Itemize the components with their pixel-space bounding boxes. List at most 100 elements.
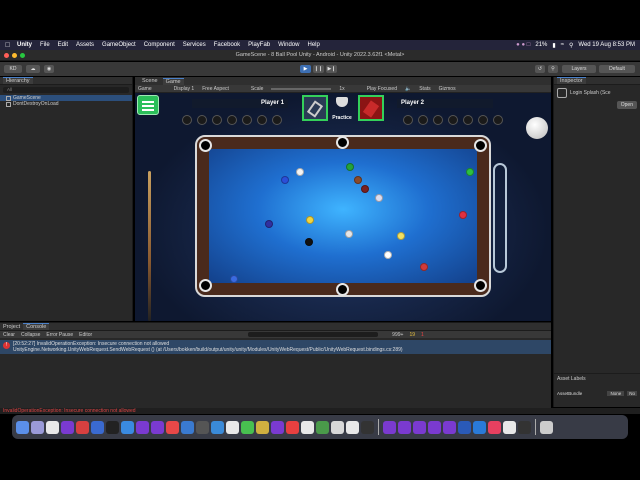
vs-icon[interactable]: [61, 420, 74, 434]
battery-icon[interactable]: ▮: [552, 42, 555, 49]
app-icon[interactable]: [286, 420, 299, 434]
error-count[interactable]: 1: [421, 332, 424, 338]
hamburger-menu-icon[interactable]: [137, 95, 159, 115]
cue-ball-spin-control[interactable]: [526, 117, 548, 139]
app-icon[interactable]: [91, 420, 104, 434]
vs-icon[interactable]: [151, 420, 164, 434]
stats-button[interactable]: Stats: [419, 86, 430, 92]
play-focused-dropdown[interactable]: Play Focused: [367, 86, 397, 92]
app-icon[interactable]: [503, 420, 516, 434]
layers-dropdown[interactable]: Layers: [562, 65, 596, 73]
collapse-button[interactable]: Collapse: [21, 332, 40, 338]
tab-game[interactable]: Game: [162, 77, 184, 85]
menu-playfab[interactable]: PlayFab: [244, 42, 274, 48]
app-icon[interactable]: [473, 420, 486, 434]
game-viewport[interactable]: Player 1 Player 2 Practice: [135, 93, 551, 321]
clock[interactable]: Wed 19 Aug 8:53 PM: [578, 42, 635, 48]
menu-edit[interactable]: Edit: [54, 42, 72, 48]
cue-ball[interactable]: [384, 251, 392, 259]
trash-icon[interactable]: [540, 420, 553, 434]
app-icon[interactable]: [346, 420, 359, 434]
app-icon[interactable]: [196, 420, 209, 434]
vs-icon[interactable]: [398, 420, 411, 434]
app-icon[interactable]: [241, 420, 254, 434]
asset-variant-dropdown[interactable]: No: [627, 391, 637, 396]
unity-icon[interactable]: [518, 420, 531, 434]
menu-window[interactable]: Window: [274, 42, 303, 48]
player1-avatar[interactable]: [302, 95, 328, 121]
hierarchy-item-dontdestroyonload[interactable]: DontDestroyOnLoad: [0, 101, 132, 107]
vs-icon[interactable]: [383, 420, 396, 434]
app-icon[interactable]: [226, 420, 239, 434]
app-icon[interactable]: [331, 420, 344, 434]
status-icons[interactable]: ● ● □: [516, 42, 530, 48]
tab-hierarchy[interactable]: Hierarchy: [3, 77, 33, 84]
search-icon[interactable]: ⚲: [569, 42, 573, 49]
mute-icon[interactable]: 🔈: [405, 86, 411, 92]
open-button[interactable]: Open: [616, 101, 637, 109]
menu-services[interactable]: Services: [179, 42, 210, 48]
layout-dropdown[interactable]: Default: [599, 65, 635, 73]
menu-help[interactable]: Help: [303, 42, 323, 48]
asset-bundle-dropdown[interactable]: None: [607, 391, 625, 396]
vs-icon[interactable]: [413, 420, 426, 434]
editor-dropdown[interactable]: Editor: [79, 332, 92, 338]
search-toolbar-icon[interactable]: ⚲: [548, 65, 558, 73]
menu-file[interactable]: File: [36, 42, 54, 48]
tab-inspector[interactable]: Inspector: [557, 77, 586, 84]
word-icon[interactable]: [458, 420, 471, 434]
cloud-icon[interactable]: ☁: [26, 65, 40, 73]
app-icon[interactable]: [181, 420, 194, 434]
tab-project[interactable]: Project: [3, 324, 20, 330]
app-icon[interactable]: [166, 420, 179, 434]
vs-icon[interactable]: [271, 420, 284, 434]
app-icon[interactable]: [121, 420, 134, 434]
status-bar[interactable]: InvalidOperationException: Insecure conn…: [0, 408, 640, 414]
game-mode-dropdown[interactable]: Game: [138, 86, 152, 92]
app-icon[interactable]: [256, 420, 269, 434]
wifi-icon[interactable]: ≈: [561, 42, 564, 48]
account-button[interactable]: KD: [4, 65, 22, 73]
chrome-icon[interactable]: [46, 420, 59, 434]
app-icon[interactable]: [211, 420, 224, 434]
tab-console[interactable]: Console: [23, 323, 50, 330]
step-button[interactable]: ▶❙: [326, 65, 337, 73]
gizmos-dropdown[interactable]: Gizmos: [439, 86, 456, 92]
unity-hub-icon[interactable]: [106, 420, 119, 434]
battery-percent[interactable]: 21%: [535, 42, 547, 48]
scale-slider[interactable]: [271, 87, 332, 90]
app-icon[interactable]: [76, 420, 89, 434]
history-icon[interactable]: ↺: [535, 65, 545, 73]
pause-button[interactable]: ❙❙: [313, 65, 324, 73]
apple-icon[interactable]: : [5, 42, 13, 49]
console-search-input[interactable]: [248, 332, 379, 337]
collab-icon[interactable]: ◉: [44, 65, 54, 73]
play-button[interactable]: ▶: [300, 65, 311, 73]
launchpad-icon[interactable]: [31, 420, 44, 434]
clear-button[interactable]: Clear: [3, 332, 15, 338]
vs-icon[interactable]: [428, 420, 441, 434]
aspect-dropdown[interactable]: Free Aspect: [202, 86, 229, 92]
status-error-message[interactable]: InvalidOperationException: Insecure conn…: [3, 408, 136, 414]
tab-scene[interactable]: Scene: [139, 78, 161, 84]
music-icon[interactable]: [488, 420, 501, 434]
app-icon[interactable]: [301, 420, 314, 434]
display-dropdown[interactable]: Display 1: [174, 86, 195, 92]
unity-icon[interactable]: [361, 420, 374, 434]
menu-gameobject[interactable]: GameObject: [98, 42, 140, 48]
pool-table-felt[interactable]: [209, 149, 477, 283]
hierarchy-search-input[interactable]: All: [3, 87, 129, 93]
menu-app[interactable]: Unity: [13, 42, 36, 48]
cue-stick[interactable]: [148, 171, 151, 321]
error-pause-button[interactable]: Error Pause: [46, 332, 73, 338]
player2-avatar[interactable]: [358, 95, 384, 121]
finder-icon[interactable]: [16, 420, 29, 434]
menu-component[interactable]: Component: [140, 42, 179, 48]
vs-icon[interactable]: [136, 420, 149, 434]
android-studio-icon[interactable]: [316, 420, 329, 434]
menu-assets[interactable]: Assets: [72, 42, 98, 48]
menu-facebook[interactable]: Facebook: [210, 42, 244, 48]
console-log-entry[interactable]: ! [20:52:27] InvalidOperationException: …: [0, 340, 551, 354]
vs-icon[interactable]: [443, 420, 456, 434]
log-count[interactable]: 999+: [392, 332, 403, 338]
